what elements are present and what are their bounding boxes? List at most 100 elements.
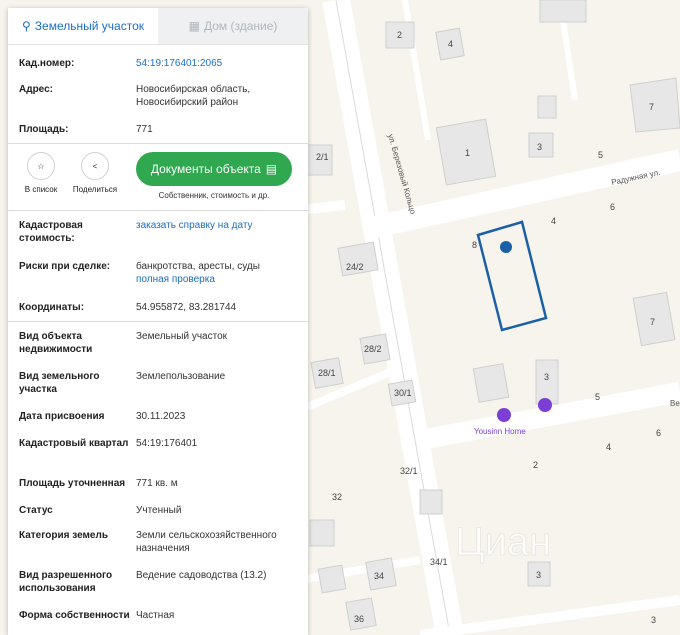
add-to-list-button[interactable]: ☆ В список xyxy=(14,152,68,194)
info-row-landtype: Вид земельного участка Землепользование xyxy=(8,370,308,410)
label: Риски при сделке: xyxy=(19,261,111,272)
label: Дата присвоения xyxy=(19,411,105,422)
cadastral-number-link[interactable]: 54:19:176401:2065 xyxy=(136,57,308,83)
hotel-icon[interactable] xyxy=(538,398,552,412)
poi-icon[interactable] xyxy=(497,408,511,422)
order-certificate-link[interactable]: заказать справку на дату xyxy=(136,219,308,260)
info-row-ownership: Форма собственности Частная xyxy=(8,609,308,635)
label: Кадастровый квартал xyxy=(19,438,129,449)
info-row-quarter: Кадастровый квартал 54:19:176401 xyxy=(8,437,308,477)
svg-text:24/2: 24/2 xyxy=(346,262,364,272)
svg-text:4: 4 xyxy=(551,216,556,226)
svg-text:3: 3 xyxy=(544,372,549,382)
svg-text:36: 36 xyxy=(354,614,364,624)
value: Земли сельскохозяйственного назначения xyxy=(136,530,277,554)
star-icon: ☆ xyxy=(27,152,55,180)
label: Вид объекта недвижимости xyxy=(19,331,93,355)
documents-button[interactable]: Документы объекта ▤ xyxy=(136,152,292,186)
svg-text:8: 8 xyxy=(472,240,477,250)
label: Адрес: xyxy=(19,84,53,95)
risks-value: банкротства, аресты, суды полная проверк… xyxy=(136,260,308,301)
label: Форма собственности xyxy=(19,610,130,621)
label: Площадь: xyxy=(19,124,69,135)
info-row-cadnum: Кад.номер: 54:19:176401:2065 xyxy=(8,57,308,83)
svg-text:3: 3 xyxy=(651,615,656,625)
info-row-cadvalue: Кадастровая стоимость: заказать справку … xyxy=(8,219,308,260)
info-row-address: Адрес: Новосибирская область, Новосибирс… xyxy=(8,83,308,123)
svg-text:7: 7 xyxy=(650,317,655,327)
panel-tabs: ⚲ Земельный участок ▦ Дом (здание) xyxy=(8,8,308,45)
info-row-area-exact: Площадь уточненная 771 кв. м xyxy=(8,477,308,504)
svg-text:6: 6 xyxy=(610,202,615,212)
svg-text:34/1: 34/1 xyxy=(430,557,448,567)
label: Площадь уточненная xyxy=(19,478,126,489)
area-value: 771 xyxy=(136,124,153,135)
street-ve: Ве xyxy=(670,399,680,408)
label: Категория земель xyxy=(19,530,108,541)
document-icon: ▤ xyxy=(265,162,278,176)
svg-text:4: 4 xyxy=(448,39,453,49)
info-row-category: Категория земель Земли сельскохозяйствен… xyxy=(8,529,308,569)
documents-subtitle: Собственник, стоимость и др. xyxy=(158,191,270,200)
svg-text:32: 32 xyxy=(332,492,342,502)
parcel-marker[interactable] xyxy=(500,241,512,253)
risks-text: банкротства, аресты, суды xyxy=(136,261,260,272)
value: 54:19:176401 xyxy=(136,438,198,449)
share-icon: < xyxy=(81,152,109,180)
info-row-area: Площадь: 771 xyxy=(8,123,308,143)
svg-text:28/2: 28/2 xyxy=(364,344,382,354)
address-value: Новосибирская область, Новосибирский рай… xyxy=(136,84,251,108)
svg-text:34: 34 xyxy=(374,571,384,581)
info-row-objtype: Вид объекта недвижимости Земельный участ… xyxy=(8,330,308,370)
svg-text:5: 5 xyxy=(598,150,603,160)
value: 30.11.2023 xyxy=(136,411,186,422)
value: Ведение садоводства (13.2) xyxy=(136,570,267,581)
svg-text:2/1: 2/1 xyxy=(316,152,329,162)
info-row-date: Дата присвоения 30.11.2023 xyxy=(8,410,308,437)
label: Вид разрешенного использования xyxy=(19,570,113,594)
value: Земельный участок xyxy=(136,331,228,342)
svg-text:5: 5 xyxy=(595,392,600,402)
tab-land[interactable]: ⚲ Земельный участок xyxy=(8,8,158,44)
building-icon: ▦ xyxy=(188,19,200,33)
coordinates-value: 54.955872, 83.281744 xyxy=(136,302,237,313)
value: Учтенный xyxy=(136,505,182,516)
info-row-status: Статус Учтенный xyxy=(8,504,308,529)
label: Координаты: xyxy=(19,302,85,313)
add-to-list-label: В список xyxy=(24,185,58,194)
share-label: Поделиться xyxy=(72,185,118,194)
svg-text:3: 3 xyxy=(536,570,541,580)
svg-text:3: 3 xyxy=(537,142,542,152)
value: Частная xyxy=(136,610,175,621)
svg-text:6: 6 xyxy=(656,428,661,438)
documents-block: Документы объекта ▤ Собственник, стоимос… xyxy=(136,152,292,200)
svg-text:1: 1 xyxy=(465,148,470,158)
svg-text:7: 7 xyxy=(649,102,654,112)
pin-icon: ⚲ xyxy=(22,19,31,33)
svg-text:32/1: 32/1 xyxy=(400,466,418,476)
svg-text:2: 2 xyxy=(533,460,538,470)
value: Землепользование xyxy=(136,371,226,382)
svg-text:28/1: 28/1 xyxy=(318,368,336,378)
info-row-coords: Координаты: 54.955872, 83.281744 xyxy=(8,301,308,321)
info-row-permitted-use: Вид разрешенного использования Ведение с… xyxy=(8,569,308,609)
label: Статус xyxy=(19,505,53,516)
parcel-info-panel: ⚲ Земельный участок ▦ Дом (здание) Кад.н… xyxy=(8,8,308,635)
full-check-link[interactable]: полная проверка xyxy=(136,273,308,286)
svg-text:2: 2 xyxy=(397,30,402,40)
documents-label: Документы объекта xyxy=(150,162,261,176)
poi-label: Yousinn Home xyxy=(474,427,526,436)
svg-text:4: 4 xyxy=(606,442,611,452)
label: Кадастровая стоимость: xyxy=(19,220,83,244)
svg-text:30/1: 30/1 xyxy=(394,388,412,398)
watermark: Циан xyxy=(455,520,551,564)
tab-land-label: Земельный участок xyxy=(34,19,144,33)
info-row-risks: Риски при сделке: банкротства, аресты, с… xyxy=(8,260,308,301)
tab-house-label: Дом (здание) xyxy=(203,19,278,33)
share-button[interactable]: < Поделиться xyxy=(68,152,122,194)
value: 771 кв. м xyxy=(136,478,178,489)
tab-house[interactable]: ▦ Дом (здание) xyxy=(158,8,308,44)
action-bar: ☆ В список < Поделиться Документы объект… xyxy=(8,152,308,210)
label: Кад.номер: xyxy=(19,58,75,69)
label: Вид земельного участка xyxy=(19,371,100,395)
